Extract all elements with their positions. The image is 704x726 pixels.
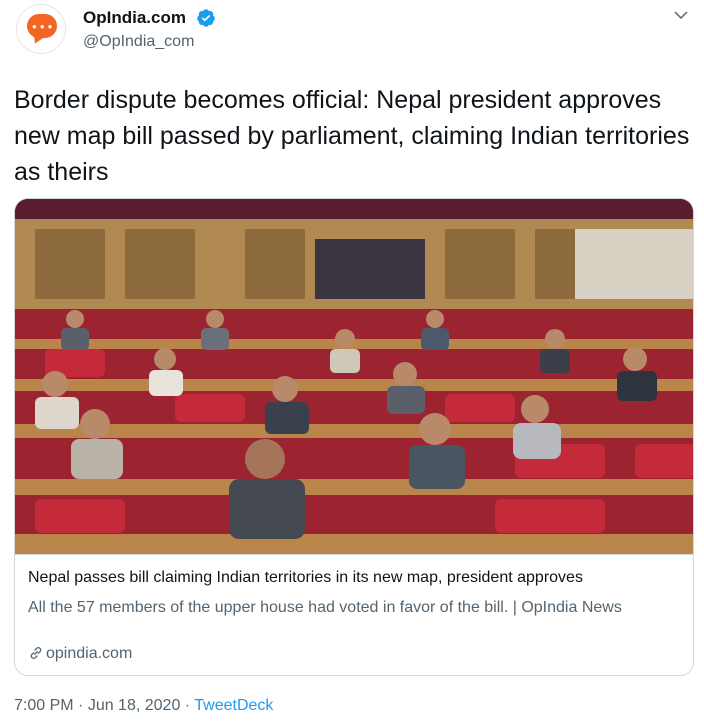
- verified-badge-icon: [197, 9, 215, 27]
- link-icon: [30, 647, 42, 659]
- tweet-source-app[interactable]: TweetDeck: [194, 697, 273, 714]
- meta-separator: ·: [73, 697, 88, 714]
- author-handle[interactable]: @OpIndia_com: [83, 33, 194, 51]
- link-card[interactable]: Nepal passes bill claiming Indian territ…: [14, 198, 694, 676]
- card-title[interactable]: Nepal passes bill claiming Indian territ…: [28, 569, 688, 587]
- tweet-meta: 7:00 PM · Jun 18, 2020 · TweetDeck: [14, 697, 273, 715]
- tweet-text: Border dispute becomes official: Nepal p…: [14, 86, 690, 186]
- meta-separator: ·: [180, 697, 195, 714]
- card-description: All the 57 members of the upper house ha…: [28, 599, 622, 616]
- avatar[interactable]: ●●●: [16, 4, 66, 54]
- tweet-time[interactable]: 7:00 PM: [14, 697, 74, 714]
- chevron-down-icon[interactable]: [672, 6, 690, 24]
- opindia-logo-dots: ●●●: [32, 22, 56, 31]
- tweet-date[interactable]: Jun 18, 2020: [88, 697, 181, 714]
- card-image: [15, 199, 693, 554]
- card-domain[interactable]: opindia.com: [28, 645, 132, 663]
- card-body[interactable]: Nepal passes bill claiming Indian territ…: [15, 554, 693, 662]
- author-name[interactable]: OpIndia.com: [83, 8, 186, 28]
- card-domain-text[interactable]: opindia.com: [46, 645, 132, 662]
